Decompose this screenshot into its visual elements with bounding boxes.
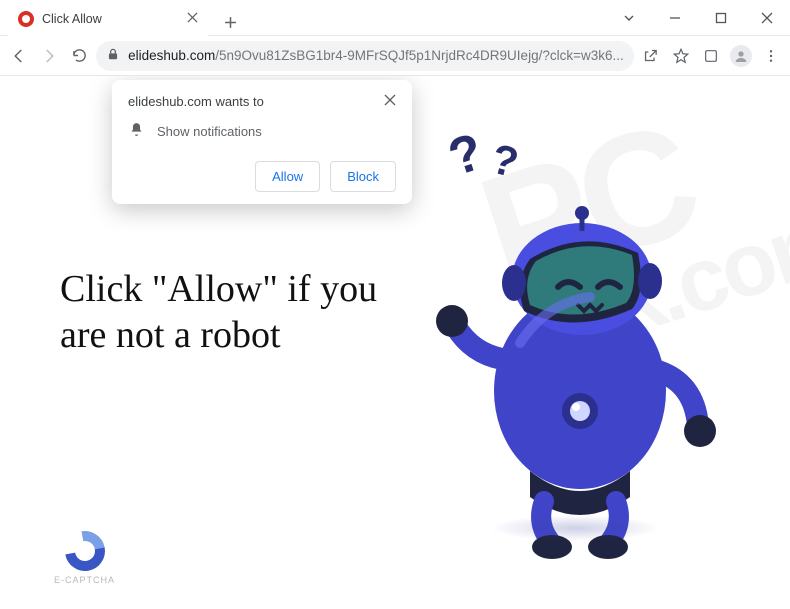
permission-origin-text: elideshub.com wants to	[128, 94, 264, 109]
new-tab-button[interactable]	[216, 8, 244, 36]
url-domain: elideshub.com	[128, 48, 215, 63]
robot-check-headline: Click "Allow" if you are not a robot	[60, 266, 390, 359]
bookmark-star-icon[interactable]	[668, 40, 694, 72]
reload-button[interactable]	[66, 40, 92, 72]
lock-icon	[106, 47, 120, 64]
address-bar[interactable]: elideshub.com/5n9Ovu81ZsBG1br4-9MFrSQJf5…	[96, 41, 634, 71]
robot-illustration: ? ?	[430, 131, 720, 551]
notification-permission-prompt: elideshub.com wants to Show notification…	[112, 80, 412, 204]
bell-icon	[128, 121, 145, 141]
tab-favicon	[18, 11, 34, 27]
tab-close-icon[interactable]	[187, 12, 198, 26]
captcha-badge: E-CAPTCHA	[54, 531, 115, 585]
captcha-logo-icon	[57, 523, 113, 579]
browser-tab[interactable]: Click Allow	[8, 2, 208, 36]
window-caret-icon[interactable]	[606, 0, 652, 36]
url-path: /5n9Ovu81ZsBG1br4-9MFrSQJf5p1NrjdRc4DR9U…	[215, 48, 624, 63]
browser-toolbar: elideshub.com/5n9Ovu81ZsBG1br4-9MFrSQJf5…	[0, 36, 790, 76]
block-button[interactable]: Block	[330, 161, 396, 192]
window-close-button[interactable]	[744, 0, 790, 36]
robot-shadow	[490, 515, 660, 541]
page-content: PC risk.com elideshub.com wants to Show …	[0, 76, 790, 609]
back-button[interactable]	[6, 40, 32, 72]
robot-svg	[410, 171, 730, 571]
profile-avatar[interactable]	[728, 40, 754, 72]
forward-button[interactable]	[36, 40, 62, 72]
tab-title: Click Allow	[42, 12, 102, 26]
permission-close-icon[interactable]	[384, 94, 396, 109]
permission-capability-text: Show notifications	[157, 124, 262, 139]
window-minimize-button[interactable]	[652, 0, 698, 36]
tab-strip: Click Allow	[0, 0, 244, 36]
avatar-icon	[730, 45, 752, 67]
window-maximize-button[interactable]	[698, 0, 744, 36]
url-text: elideshub.com/5n9Ovu81ZsBG1br4-9MFrSQJf5…	[128, 48, 624, 63]
captcha-label: E-CAPTCHA	[54, 575, 115, 585]
share-icon[interactable]	[638, 40, 664, 72]
extensions-icon[interactable]	[698, 40, 724, 72]
kebab-menu-icon[interactable]	[758, 40, 784, 72]
allow-button[interactable]: Allow	[255, 161, 320, 192]
